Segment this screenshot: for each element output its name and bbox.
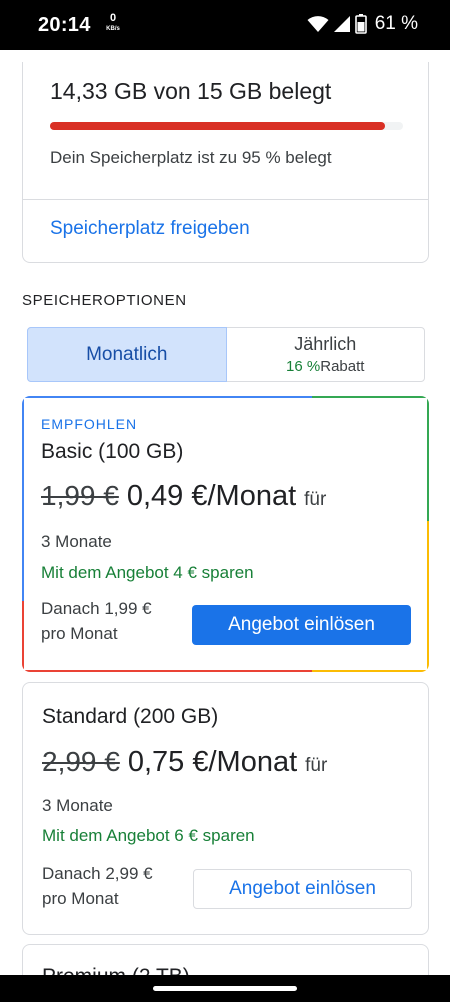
price-line: 2,99 € 0,75 €/Monat für xyxy=(42,746,327,779)
recommended-badge: EMPFOHLEN xyxy=(41,416,138,432)
status-bar: 20:14 0 KB/s 61 % xyxy=(0,0,450,50)
new-price: 0,75 €/Monat xyxy=(127,746,298,778)
redeem-offer-button[interactable]: Angebot einlösen xyxy=(192,605,411,645)
yearly-discount-label: Rabatt xyxy=(320,358,365,375)
yearly-discount-percent: 16 % xyxy=(286,358,321,375)
free-up-storage-link[interactable]: Speicherplatz freigeben xyxy=(50,218,250,240)
home-gesture-handle[interactable] xyxy=(153,986,297,991)
tab-yearly[interactable]: Jährlich 16 %Rabatt xyxy=(227,328,425,381)
price-for-label: für xyxy=(305,755,328,776)
card-border-segment xyxy=(312,396,429,398)
old-price: 1,99 € xyxy=(41,480,119,511)
wifi-icon xyxy=(307,16,329,32)
price-after-line2: pro Monat xyxy=(42,889,119,908)
new-price: 0,49 €/Monat xyxy=(126,480,297,512)
plan-name: Standard (200 GB) xyxy=(42,705,219,728)
tab-monthly-label: Monatlich xyxy=(86,343,168,365)
storage-progress-fill xyxy=(50,122,386,130)
storage-usage-card: 14,33 GB von 15 GB belegt Dein Speicherp… xyxy=(22,62,429,263)
old-price: 2,99 € xyxy=(42,746,120,777)
savings-text: Mit dem Angebot 6 € sparen xyxy=(42,826,255,845)
network-speed-value: 0 xyxy=(109,12,117,24)
storage-progress-bar xyxy=(50,122,403,130)
price-line: 1,99 € 0,49 €/Monat für xyxy=(41,480,326,513)
card-border-segment xyxy=(22,670,312,672)
storage-options-heading: SPEICHEROPTIONEN xyxy=(22,292,187,309)
card-border-segment xyxy=(427,521,429,672)
battery-percentage: 61 % xyxy=(374,13,418,34)
network-speed: 0 KB/s xyxy=(102,12,124,34)
price-after-line1: Danach 1,99 € xyxy=(41,599,152,618)
redeem-offer-button[interactable]: Angebot einlösen xyxy=(193,869,412,909)
signal-icon xyxy=(333,16,350,32)
storage-usage-title: 14,33 GB von 15 GB belegt xyxy=(50,78,332,104)
yearly-discount: 16 %Rabatt xyxy=(286,358,364,375)
status-time: 20:14 xyxy=(38,14,91,36)
card-border-segment xyxy=(22,396,312,398)
battery-icon xyxy=(354,14,367,34)
price-after-line2: pro Monat xyxy=(41,624,118,643)
storage-usage-subtitle: Dein Speicherplatz ist zu 95 % belegt xyxy=(50,148,332,167)
card-border-segment xyxy=(427,396,429,521)
plan-name: Basic (100 GB) xyxy=(41,440,184,463)
card-border-segment xyxy=(22,601,24,672)
status-icons: 61 % xyxy=(307,13,418,35)
price-after-offer: Danach 1,99 € pro Monat xyxy=(41,596,152,646)
offer-duration: 3 Monate xyxy=(42,796,113,815)
price-for-label: für xyxy=(304,489,327,510)
savings-text: Mit dem Angebot 4 € sparen xyxy=(41,563,254,582)
offer-duration: 3 Monate xyxy=(41,532,112,551)
divider xyxy=(23,199,428,200)
billing-period-toggle: Monatlich Jährlich 16 %Rabatt xyxy=(27,327,425,382)
plan-card-standard: Standard (200 GB) 2,99 € 0,75 €/Monat fü… xyxy=(22,682,429,935)
tab-yearly-label: Jährlich xyxy=(294,334,357,354)
card-border-segment xyxy=(22,396,24,601)
tab-monthly[interactable]: Monatlich xyxy=(27,327,227,382)
network-speed-unit: KB/s xyxy=(106,26,120,32)
card-border-segment xyxy=(312,670,429,672)
price-after-offer: Danach 2,99 € pro Monat xyxy=(42,861,153,911)
plan-card-basic: EMPFOHLEN Basic (100 GB) 1,99 € 0,49 €/M… xyxy=(22,396,429,672)
navigation-bar xyxy=(0,975,450,1002)
price-after-line1: Danach 2,99 € xyxy=(42,864,153,883)
